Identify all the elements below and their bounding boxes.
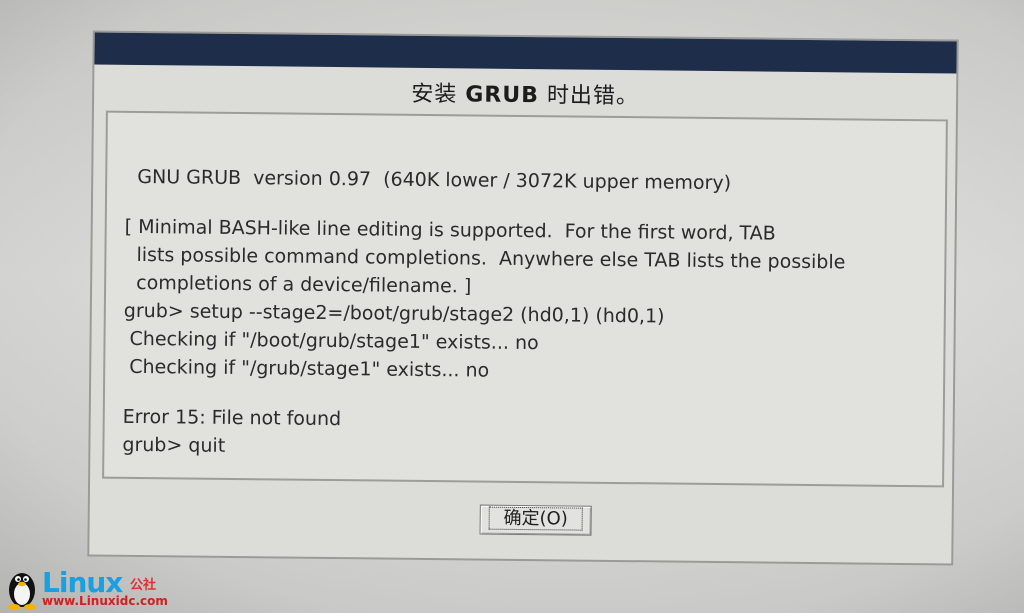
dialog-titlebar: [94, 32, 957, 74]
grub-error-dialog: 安装 GRUB 时出错。 GNU GRUB version 0.97 (640K…: [87, 30, 959, 566]
dialog-title-prefix: 安装: [411, 81, 458, 108]
ok-button-label: 确定(O): [488, 506, 583, 531]
dialog-title-suffix: 时出错。: [546, 83, 640, 110]
grub-console-output: GNU GRUB version 0.97 (640K lower / 3072…: [102, 110, 948, 488]
tux-penguin-icon: [8, 573, 36, 610]
watermark-brand-sub: 公社: [130, 578, 157, 593]
linuxidc-watermark: Linux 公社 www.Linuxidc.com: [4, 566, 184, 610]
dialog-title: 安装 GRUB 时出错。: [94, 72, 956, 113]
watermark-url: www.Linuxidc.com: [42, 594, 168, 608]
dialog-title-grub: GRUB: [465, 82, 540, 109]
ok-button[interactable]: 确定(O): [479, 504, 592, 536]
